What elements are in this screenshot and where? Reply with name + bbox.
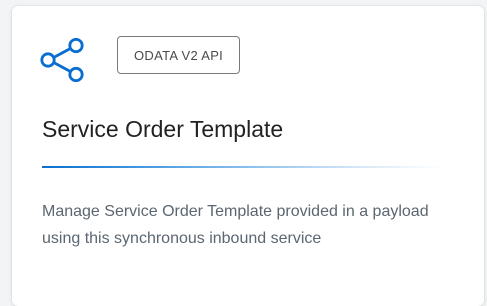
- card-description: Manage Service Order Template provided i…: [42, 203, 429, 247]
- api-card[interactable]: ODATA V2 API Service Order Template Mana…: [12, 6, 484, 306]
- card-title[interactable]: Service Order Template: [42, 116, 283, 143]
- title-divider: [42, 166, 444, 168]
- api-type-badge: ODATA V2 API: [117, 36, 241, 74]
- share-icon[interactable]: [40, 38, 88, 82]
